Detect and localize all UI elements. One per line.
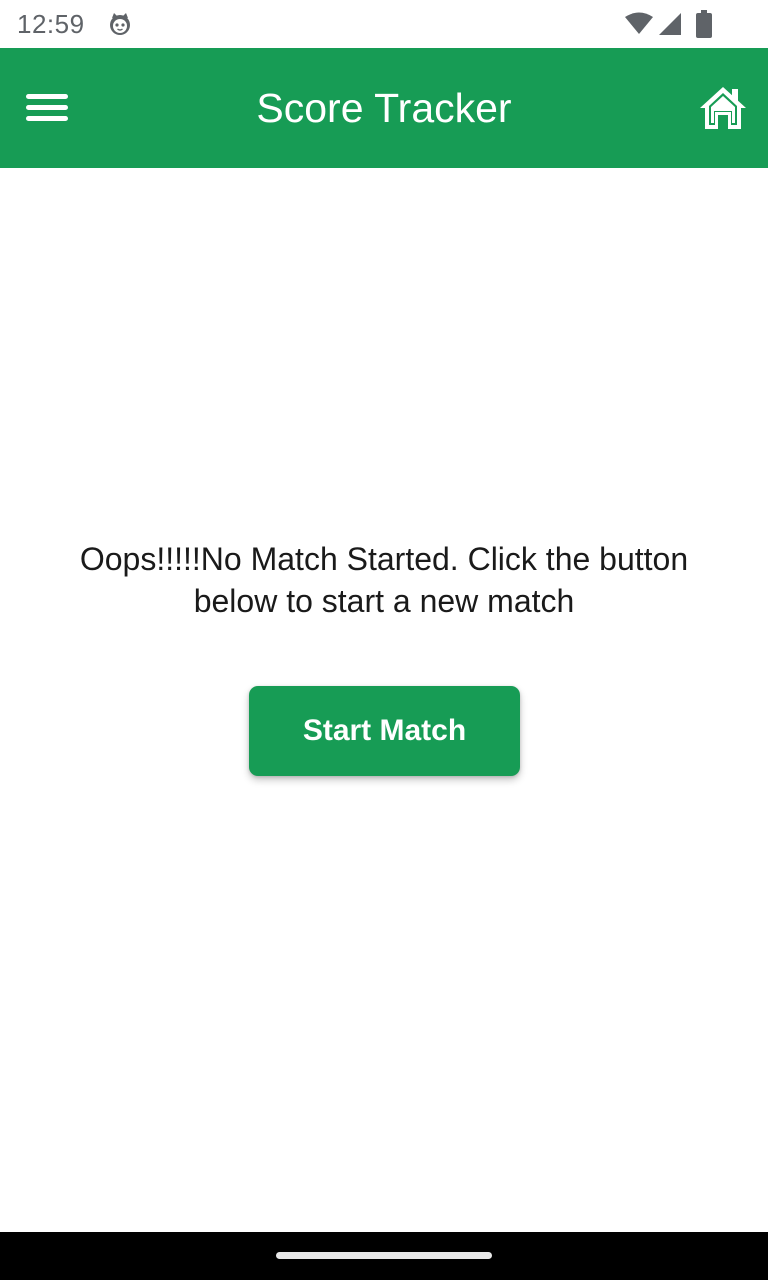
message-line-2: below to start a new match bbox=[193, 583, 575, 619]
wifi-icon bbox=[625, 12, 653, 34]
no-match-message: Oops!!!!!No Match Started. Click the but… bbox=[24, 538, 744, 622]
home-icon bbox=[700, 87, 746, 129]
status-bar: 12:59 bbox=[0, 0, 768, 48]
home-gesture-handle[interactable] bbox=[276, 1252, 492, 1259]
message-line-1: Oops!!!!!No Match Started. Click the but… bbox=[79, 541, 689, 577]
cat-notification-icon bbox=[110, 13, 130, 35]
signal-icon bbox=[659, 13, 681, 35]
battery-icon bbox=[696, 10, 712, 38]
screen: 12:59 Score Tracker Oops!!!!!No Match St… bbox=[0, 0, 768, 1280]
page-title: Score Tracker bbox=[256, 85, 512, 131]
status-time: 12:59 bbox=[17, 9, 85, 39]
home-button[interactable] bbox=[698, 84, 748, 132]
app-bar: Score Tracker bbox=[0, 48, 768, 168]
system-nav-bar bbox=[0, 1232, 768, 1280]
start-match-button[interactable]: Start Match bbox=[249, 686, 520, 776]
